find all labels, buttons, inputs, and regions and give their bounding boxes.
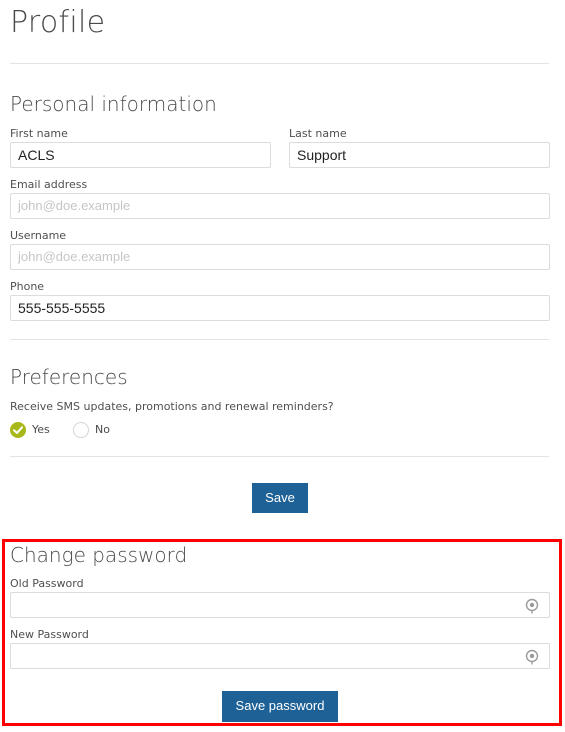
sms-yes-label[interactable]: Yes	[32, 423, 50, 436]
old-password-input[interactable]	[10, 592, 550, 618]
phone-input[interactable]: 555-555-5555	[10, 295, 550, 321]
title-divider	[10, 63, 549, 64]
username-label: Username	[10, 229, 67, 242]
username-input[interactable]: john@doe.example	[10, 244, 550, 270]
eye-icon[interactable]	[524, 648, 540, 665]
old-password-label: Old Password	[10, 577, 84, 590]
first-name-label: First name	[10, 127, 68, 140]
personal-info-heading: Personal information	[10, 92, 217, 116]
preferences-heading: Preferences	[10, 365, 128, 389]
phone-label: Phone	[10, 280, 45, 293]
email-input[interactable]: john@doe.example	[10, 193, 550, 219]
last-name-label: Last name	[289, 127, 347, 140]
preferences-divider	[10, 456, 549, 457]
new-password-label: New Password	[10, 628, 89, 641]
last-name-input[interactable]: Support	[289, 142, 550, 168]
new-password-input[interactable]	[10, 643, 550, 669]
email-label: Email address	[10, 178, 88, 191]
eye-icon[interactable]	[524, 597, 540, 614]
check-icon	[13, 426, 23, 434]
sms-yes-radio[interactable]	[10, 422, 26, 438]
save-password-button[interactable]: Save password	[222, 691, 338, 722]
personal-divider	[10, 339, 549, 340]
sms-question: Receive SMS updates, promotions and rene…	[10, 400, 334, 413]
first-name-input[interactable]: ACLS	[10, 142, 271, 168]
sms-no-label[interactable]: No	[95, 423, 110, 436]
sms-no-radio[interactable]	[73, 422, 89, 438]
change-password-heading: Change password	[10, 543, 188, 567]
page-title: Profile	[10, 5, 106, 40]
save-button[interactable]: Save	[252, 483, 308, 513]
